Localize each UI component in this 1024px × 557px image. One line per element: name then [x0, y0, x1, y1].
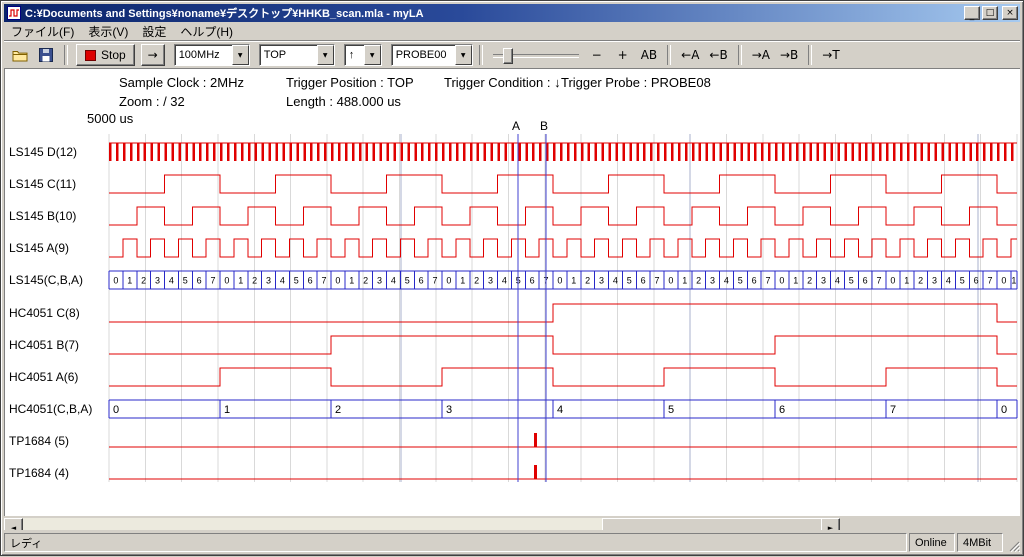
trigger-position-select[interactable]: TOP ▼: [259, 44, 335, 66]
set-cursor-a-button[interactable]: →A: [748, 44, 774, 66]
waveform-client: [4, 68, 1020, 516]
trigger-condition-label: Trigger Condition : ↓: [444, 75, 561, 90]
toolbar-separator: [64, 45, 68, 65]
floppy-disk-icon: [39, 48, 53, 62]
length-label: Length : 488.000 us: [286, 94, 401, 109]
resize-grip[interactable]: [1005, 533, 1020, 552]
zoom-out-button[interactable]: −: [585, 44, 609, 66]
chevron-down-icon[interactable]: ▼: [455, 45, 472, 65]
menu-settings[interactable]: 設定: [135, 22, 173, 41]
status-online: Online: [909, 533, 955, 552]
app-window: C:¥Documents and Settings¥noname¥デスクトップ¥…: [0, 0, 1024, 556]
minimize-icon: _: [970, 11, 975, 21]
status-memory: 4MBit: [957, 533, 1003, 552]
menu-file[interactable]: ファイル(F): [4, 22, 81, 41]
toolbar-separator: [808, 45, 812, 65]
trigger-position-label: Trigger Position : TOP: [286, 75, 414, 90]
toolbar: Stop → 100MHz ▼ TOP ▼ ↑ ▼ PROBE00 ▼ − + …: [4, 40, 1020, 70]
trigger-edge-select[interactable]: ↑ ▼: [344, 44, 382, 66]
app-icon: [6, 5, 22, 21]
titlebar[interactable]: C:¥Documents and Settings¥noname¥デスクトップ¥…: [4, 4, 1020, 22]
trigger-probe-value: PROBE00: [392, 45, 455, 65]
goto-trigger-button[interactable]: →T: [818, 44, 843, 66]
zoom-label: Zoom : / 32: [119, 94, 185, 109]
trigger-probe-label: Trigger Probe : PROBE08: [561, 75, 711, 90]
chevron-down-icon[interactable]: ▼: [317, 45, 334, 65]
menubar: ファイル(F) 表示(V) 設定 ヘルプ(H): [4, 22, 1020, 41]
trigger-probe-select[interactable]: PROBE00 ▼: [391, 44, 473, 66]
zoom-slider-thumb[interactable]: [503, 48, 513, 64]
menu-view[interactable]: 表示(V): [81, 22, 135, 41]
trigger-edge-value: ↑: [345, 45, 364, 65]
open-folder-icon: [12, 49, 28, 62]
set-cursor-b-button[interactable]: →B: [776, 44, 802, 66]
goto-cursor-b-button[interactable]: ←B: [705, 44, 731, 66]
zoom-slider[interactable]: [493, 45, 579, 65]
open-button[interactable]: [8, 44, 32, 66]
trigger-position-value: TOP: [260, 45, 317, 65]
toolbar-separator: [479, 45, 483, 65]
stop-icon: [85, 50, 96, 61]
stop-label: Stop: [101, 48, 126, 62]
time-scale-label: 5000 us: [87, 111, 133, 126]
statusbar: レディ Online 4MBit: [4, 530, 1020, 552]
clock-select[interactable]: 100MHz ▼: [174, 44, 250, 66]
run-button[interactable]: →: [141, 44, 165, 66]
maximize-icon: □: [986, 8, 995, 18]
stop-button[interactable]: Stop: [76, 44, 135, 66]
minimize-button[interactable]: _: [964, 6, 980, 20]
chevron-down-icon[interactable]: ▼: [364, 45, 381, 65]
save-button[interactable]: [34, 44, 58, 66]
toolbar-separator: [667, 45, 671, 65]
menu-help[interactable]: ヘルプ(H): [173, 22, 240, 41]
ab-cursors-button[interactable]: AB: [637, 44, 661, 66]
sample-clock-label: Sample Clock : 2MHz: [119, 75, 244, 90]
toolbar-separator: [738, 45, 742, 65]
window-title: C:¥Documents and Settings¥noname¥デスクトップ¥…: [25, 5, 960, 21]
goto-cursor-a-button[interactable]: ←A: [677, 44, 703, 66]
zoom-in-button[interactable]: +: [611, 44, 635, 66]
clock-select-value: 100MHz: [175, 45, 232, 65]
close-icon: ×: [1006, 8, 1014, 18]
status-ready: レディ: [4, 533, 907, 552]
close-button[interactable]: ×: [1002, 6, 1018, 20]
maximize-button[interactable]: □: [982, 6, 998, 20]
chevron-down-icon[interactable]: ▼: [232, 45, 249, 65]
